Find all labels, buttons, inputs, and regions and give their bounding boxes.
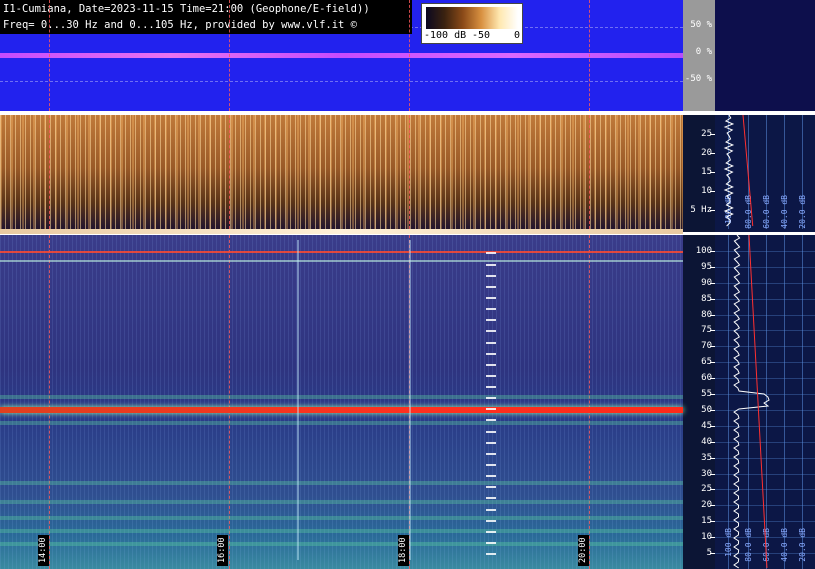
freq-tick-label: 20 bbox=[701, 148, 712, 158]
marker-dash bbox=[486, 408, 496, 411]
freq-tick-label: 20 bbox=[701, 500, 712, 511]
marker-dash bbox=[486, 508, 496, 511]
freq-tick-label: 5 Hz bbox=[690, 205, 712, 215]
marker-dash bbox=[486, 553, 496, 556]
freq-tick-label: 60 bbox=[701, 373, 712, 384]
time-gridline bbox=[229, 115, 230, 229]
panel-separator bbox=[0, 229, 683, 234]
schumann-band bbox=[0, 395, 683, 400]
marker-dash bbox=[486, 530, 496, 533]
time-gridline bbox=[49, 0, 50, 111]
line-100hz bbox=[0, 250, 683, 253]
freq-tick-label: 40 bbox=[701, 436, 712, 447]
time-gridline bbox=[229, 0, 230, 111]
marker-dash bbox=[486, 452, 496, 455]
freq-tick-label: 30 bbox=[701, 468, 712, 479]
marker-dash bbox=[486, 352, 496, 355]
time-label: 20:00 bbox=[578, 535, 589, 566]
freq-tick-label: 85 bbox=[701, 293, 712, 304]
freq-tick-label: 10 bbox=[701, 186, 712, 196]
marker-dash bbox=[486, 319, 496, 322]
freq-tick-label: 10 bbox=[701, 532, 712, 543]
marker-dash bbox=[486, 285, 496, 288]
colorbar-gradient bbox=[426, 7, 518, 29]
colorbar-mid-label: -50 bbox=[472, 30, 491, 41]
header-line-1: I1-Cumiana, Date=2023-11-15 Time=21:00 (… bbox=[3, 3, 370, 15]
freq-tick-label: 80 bbox=[701, 309, 712, 320]
colorbar-legend: -100 dB -50 0 bbox=[421, 3, 523, 44]
schumann-band bbox=[0, 516, 683, 521]
spectrum-profile-trace bbox=[748, 235, 768, 569]
header-info: I1-Cumiana, Date=2023-11-15 Time=21:00 (… bbox=[0, 0, 412, 34]
spectrum-profile-trace bbox=[742, 115, 754, 227]
time-gridline bbox=[409, 115, 410, 229]
marker-dash bbox=[486, 419, 496, 422]
marker-dash bbox=[486, 541, 496, 544]
freq-tick-label: 100 bbox=[695, 245, 712, 256]
schumann-band bbox=[0, 420, 683, 425]
amp-tick-label: -50 % bbox=[684, 74, 712, 84]
marker-dash bbox=[486, 464, 496, 467]
marker-dash bbox=[486, 497, 496, 500]
marker-dash bbox=[486, 263, 496, 266]
freq-tick-label: 25 bbox=[701, 484, 712, 495]
colorbar-min-label: -100 dB bbox=[424, 30, 467, 41]
amp-tick-label: 50 % bbox=[690, 20, 712, 30]
marker-dash bbox=[486, 397, 496, 400]
amp-tick-label: 0 % bbox=[695, 47, 712, 57]
amp-gridline bbox=[0, 81, 683, 82]
freq-tick-label: 55 bbox=[701, 389, 712, 400]
marker-dash bbox=[486, 252, 496, 255]
freq-tick-label: 15 bbox=[701, 167, 712, 177]
time-gridline bbox=[589, 115, 590, 229]
top-right-panel bbox=[715, 0, 815, 111]
marker-dash bbox=[486, 486, 496, 489]
marker-dash bbox=[486, 441, 496, 444]
freq-tick-label: 90 bbox=[701, 277, 712, 288]
amplitude-trace bbox=[0, 53, 683, 58]
geophone-spectrogram bbox=[0, 115, 683, 232]
marker-dash bbox=[486, 341, 496, 344]
marker-dash bbox=[486, 475, 496, 478]
freq-tick-label: 95 bbox=[701, 261, 712, 272]
marker-dash bbox=[486, 374, 496, 377]
time-label: 14:00 bbox=[38, 535, 49, 566]
impulse-event bbox=[297, 240, 299, 560]
time-label: 18:00 bbox=[398, 535, 409, 566]
freq-tick-label: 15 bbox=[701, 516, 712, 527]
line-97hz bbox=[0, 260, 683, 263]
line-50hz bbox=[0, 406, 683, 413]
time-gridline bbox=[409, 0, 410, 111]
marker-dash bbox=[486, 297, 496, 300]
schumann-band bbox=[0, 481, 683, 486]
schumann-band bbox=[0, 500, 683, 505]
freq-tick-label: 75 bbox=[701, 325, 712, 336]
freq-tick-label: 5 bbox=[684, 548, 712, 558]
marker-dash bbox=[486, 330, 496, 333]
time-gridline bbox=[49, 115, 50, 229]
impulse-event bbox=[409, 240, 411, 560]
marker-dash bbox=[486, 519, 496, 522]
freq-tick-label: 25 bbox=[701, 129, 712, 139]
freq-tick-label: 35 bbox=[701, 452, 712, 463]
marker-dash bbox=[486, 308, 496, 311]
freq-tick-label: 70 bbox=[701, 341, 712, 352]
freq-tick-label: 50 bbox=[701, 404, 712, 415]
schumann-band bbox=[0, 528, 683, 533]
marker-dash bbox=[486, 274, 496, 277]
freq-tick-label: 45 bbox=[701, 420, 712, 431]
time-label: 16:00 bbox=[217, 535, 228, 566]
amplitude-scale: 50 % 0 % -50 % bbox=[683, 0, 715, 111]
marker-dash bbox=[486, 386, 496, 389]
header-line-2: Freq= 0...30 Hz and 0...105 Hz, provided… bbox=[3, 19, 358, 31]
marker-dash bbox=[486, 363, 496, 366]
time-gridline bbox=[589, 0, 590, 111]
freq-tick-label: 65 bbox=[701, 357, 712, 368]
colorbar-max-label: 0 bbox=[514, 30, 521, 41]
marker-dash bbox=[486, 430, 496, 433]
